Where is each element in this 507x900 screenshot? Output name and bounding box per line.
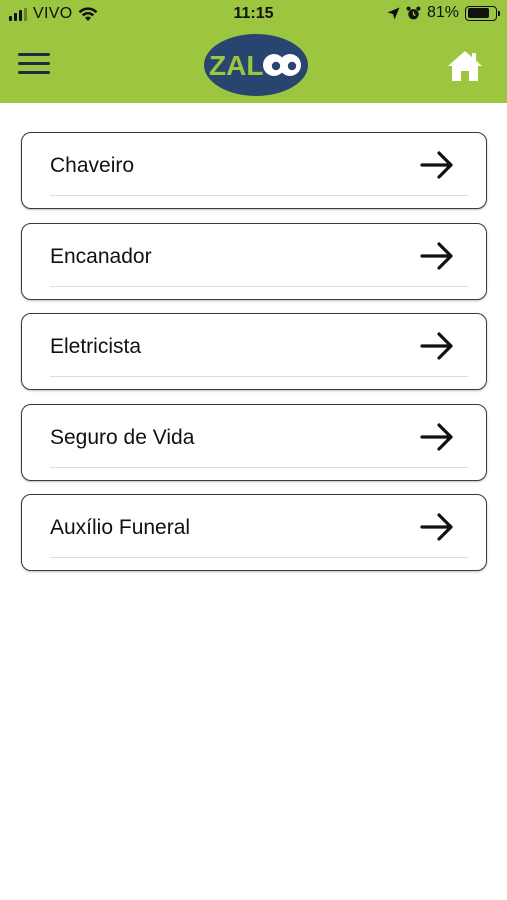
status-right: 81% bbox=[387, 4, 500, 22]
service-label: Eletricista bbox=[50, 335, 142, 358]
arrow-right-icon bbox=[420, 332, 453, 360]
item-divider bbox=[50, 466, 468, 468]
item-divider bbox=[50, 195, 468, 196]
service-label: Auxílio Funeral bbox=[50, 516, 191, 539]
logo-text: ZAL bbox=[209, 50, 263, 81]
home-icon[interactable] bbox=[447, 49, 483, 83]
service-item-eletricista[interactable]: Eletricista bbox=[21, 313, 487, 390]
app-header: VIVO 11:15 81% ZAL bbox=[0, 0, 507, 103]
service-label: Encanador bbox=[50, 244, 152, 268]
location-icon bbox=[387, 7, 400, 19]
hamburger-menu-icon[interactable] bbox=[18, 53, 50, 77]
service-item-auxilio-funeral[interactable]: Auxílio Funeral bbox=[21, 494, 487, 571]
service-label: Seguro de Vida bbox=[50, 425, 195, 449]
status-bar: VIVO 11:15 81% bbox=[0, 0, 507, 30]
arrow-right-icon bbox=[420, 513, 453, 541]
item-divider bbox=[50, 376, 468, 377]
arrow-right-icon bbox=[420, 151, 453, 179]
arrow-right-icon bbox=[420, 241, 453, 270]
arrow-right-icon bbox=[420, 422, 453, 451]
item-divider bbox=[50, 557, 468, 558]
alarm-icon bbox=[406, 6, 421, 19]
battery-icon bbox=[465, 5, 500, 21]
service-item-chaveiro[interactable]: Chaveiro bbox=[21, 132, 487, 209]
service-item-encanador[interactable]: Encanador bbox=[21, 222, 487, 300]
zaloo-logo: ZAL bbox=[204, 34, 308, 96]
item-divider bbox=[50, 285, 468, 287]
battery-percentage: 81% bbox=[426, 4, 459, 21]
service-item-seguro-de-vida[interactable]: Seguro de Vida bbox=[21, 403, 487, 481]
service-label: Chaveiro bbox=[50, 154, 135, 177]
service-list: Chaveiro Encanador Eletricista Seguro de… bbox=[21, 132, 487, 585]
